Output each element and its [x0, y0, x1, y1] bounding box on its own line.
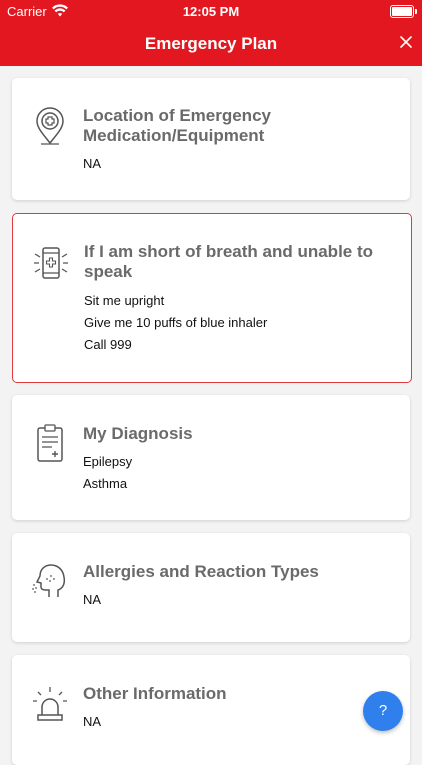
card-title: My Diagnosis	[83, 424, 193, 443]
clipboard-medical-icon	[37, 424, 63, 462]
card-lines: Sit me upright Give me 10 puffs of blue …	[84, 290, 393, 356]
card-title: Other Information	[83, 684, 227, 703]
card-diagnosis[interactable]: My Diagnosis Epilepsy Asthma	[12, 395, 410, 520]
card-other-information[interactable]: Other Information NA	[12, 655, 410, 765]
close-icon[interactable]	[398, 34, 414, 50]
card-title: Allergies and Reaction Types	[83, 562, 319, 581]
list-item: Give me 10 puffs of blue inhaler	[84, 315, 268, 330]
list-item: Asthma	[83, 476, 128, 491]
card-title: If I am short of breath and unable to sp…	[84, 242, 374, 281]
card-lines: NA	[83, 153, 392, 175]
header-bar: Carrier 12:05 PM Emergency Plan	[0, 0, 422, 66]
siren-icon	[33, 687, 67, 721]
location-pin-medical-icon	[36, 107, 64, 145]
clock: 12:05 PM	[182, 4, 240, 19]
list-item: Call 999	[84, 337, 132, 352]
list-item: Sit me upright	[84, 293, 165, 308]
card-lines: NA	[83, 589, 392, 611]
status-bar: Carrier 12:05 PM	[0, 0, 422, 22]
list-item: NA	[83, 156, 102, 171]
list-item: NA	[83, 714, 102, 729]
card-lines: NA	[83, 711, 392, 733]
help-button[interactable]: ?	[363, 691, 403, 731]
page-title: Emergency Plan	[144, 34, 278, 53]
list-item: NA	[83, 592, 102, 607]
card-allergies[interactable]: Allergies and Reaction Types NA	[12, 533, 410, 642]
head-sneeze-icon	[32, 564, 66, 597]
phone-alert-icon	[34, 247, 68, 279]
card-emergency-location[interactable]: Location of Emergency Medication/Equipme…	[12, 78, 410, 200]
card-short-of-breath[interactable]: If I am short of breath and unable to sp…	[12, 213, 412, 383]
battery-icon	[390, 5, 417, 18]
card-lines: Epilepsy Asthma	[83, 451, 392, 495]
list-item: Epilepsy	[83, 454, 133, 469]
card-title: Location of Emergency Medication/Equipme…	[83, 106, 271, 145]
